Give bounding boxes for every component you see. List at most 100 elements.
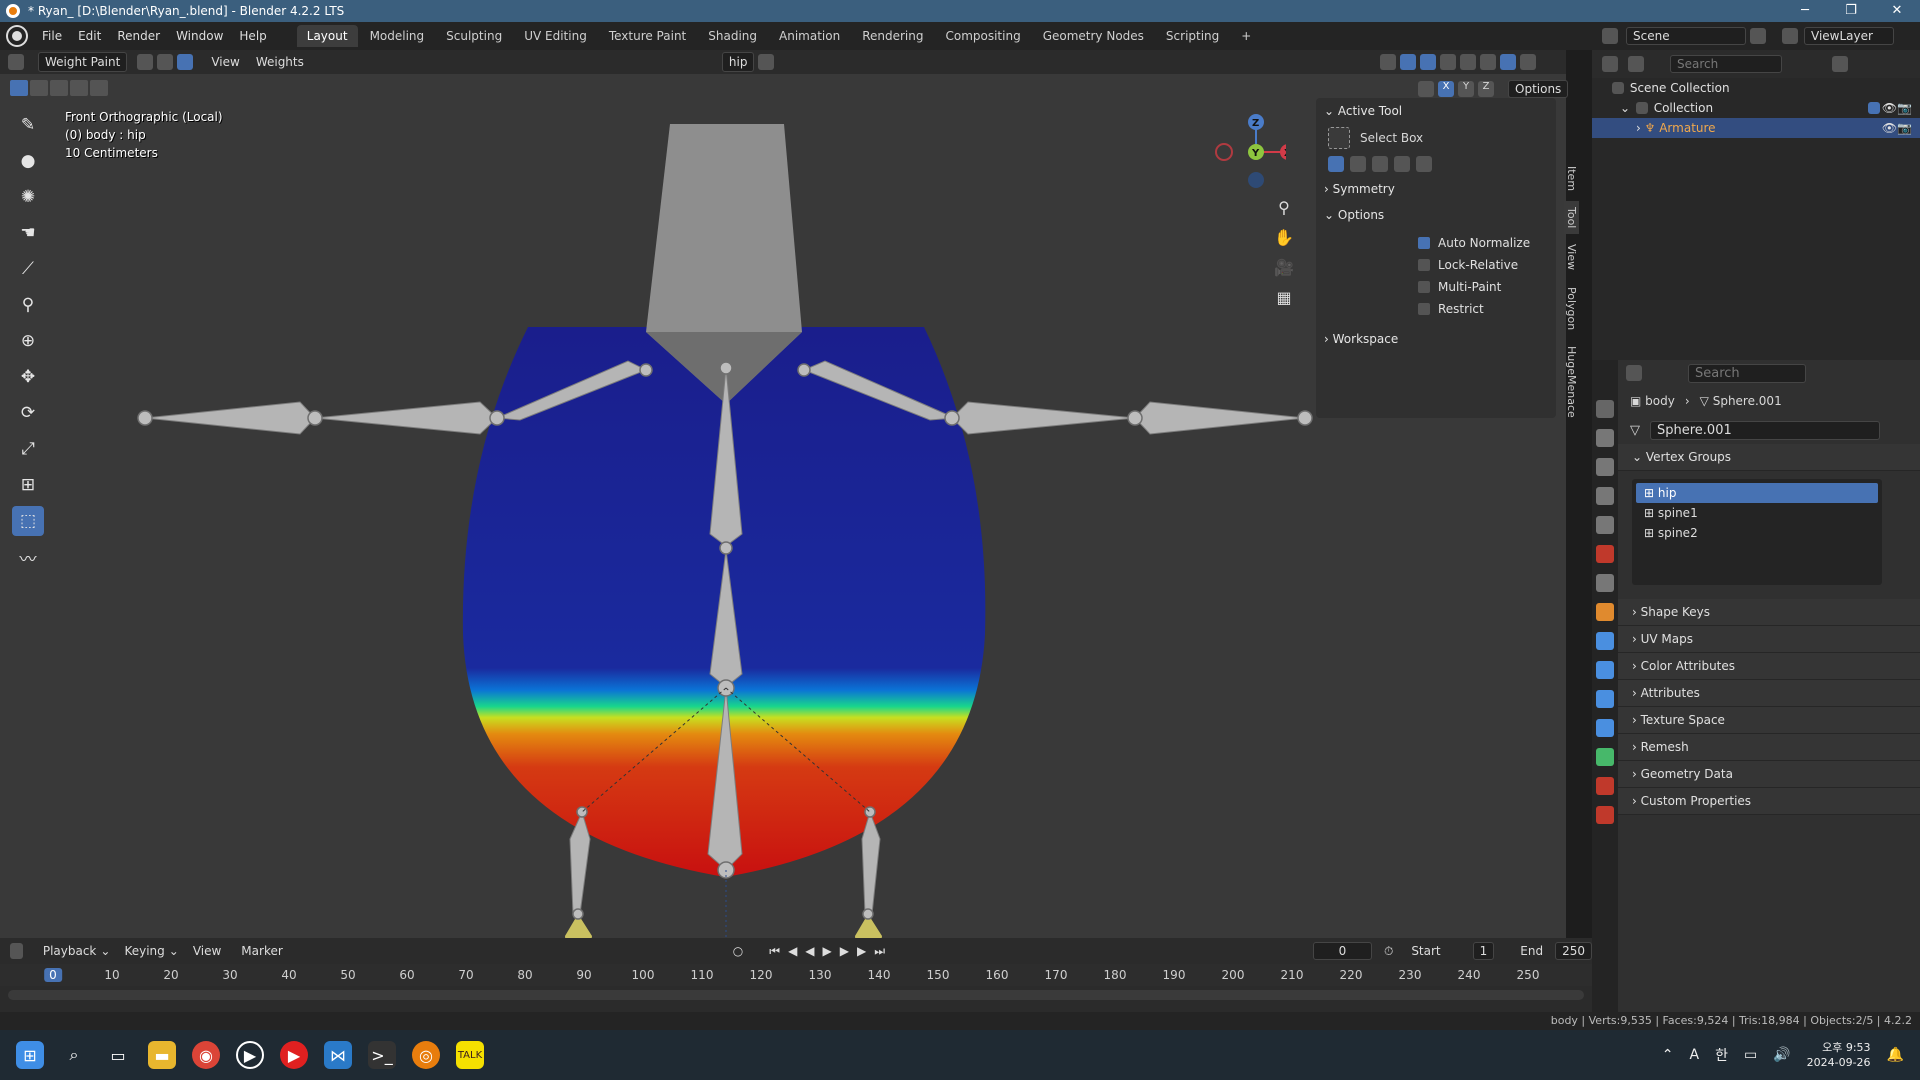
constraints-props-icon[interactable] — [1596, 719, 1614, 737]
language-indicator[interactable]: 한 — [1715, 1045, 1728, 1065]
output-props-icon[interactable] — [1596, 458, 1614, 476]
tab-texture-paint[interactable]: Texture Paint — [599, 25, 696, 47]
add-workspace-button[interactable]: + — [1231, 25, 1261, 47]
object-props-icon[interactable] — [1596, 603, 1614, 621]
menu-help[interactable]: Help — [231, 29, 274, 43]
tab-compositing[interactable]: Compositing — [935, 25, 1030, 47]
lock-relative-checkbox[interactable]: Lock-Relative — [1418, 258, 1556, 272]
file-explorer-icon[interactable]: ▬ — [148, 1041, 176, 1069]
view-layer-props-icon[interactable] — [1596, 487, 1614, 505]
display-mode-icon[interactable] — [1628, 56, 1644, 72]
tab-modeling[interactable]: Modeling — [360, 25, 435, 47]
tab-polygon[interactable]: Polygon — [1564, 281, 1579, 336]
editor-type-icon[interactable] — [8, 54, 24, 70]
tool-select-new-icon[interactable] — [1328, 156, 1344, 172]
vertex-groups-section[interactable]: ⌄ Vertex Groups — [1618, 444, 1920, 471]
playback-controls[interactable]: ⏮◀◀▶▶▶⏭ — [769, 944, 893, 959]
mesh-data-props-icon[interactable] — [1596, 748, 1614, 766]
outliner-collection[interactable]: ⌄ Collection 👁 📷 — [1592, 98, 1920, 118]
vertex-group-hip[interactable]: ⊞ hip — [1636, 483, 1878, 503]
outliner-armature[interactable]: › ♆ Armature 👁 📷 — [1592, 118, 1920, 138]
windows-start-icon[interactable]: ⊞ — [16, 1041, 44, 1069]
maximize-button[interactable]: ❐ — [1828, 0, 1874, 22]
collection-props-icon[interactable] — [1596, 574, 1614, 592]
properties-editor-icon[interactable] — [1626, 365, 1642, 381]
symmetry-icon[interactable] — [758, 54, 775, 70]
youtube-music-icon[interactable]: ▶ — [280, 1041, 308, 1069]
autokey-icon[interactable]: ○ — [733, 944, 743, 958]
scene-props-icon[interactable] — [1596, 516, 1614, 534]
shape-keys-section[interactable]: › Shape Keys — [1618, 599, 1920, 626]
current-frame-field[interactable]: 0 — [1313, 942, 1372, 960]
options-section[interactable]: ⌄ Options — [1316, 202, 1556, 228]
tool-select-intersect-icon[interactable] — [1416, 156, 1432, 172]
tab-hugemenace[interactable]: HugeMenace — [1564, 340, 1579, 424]
eye-icon[interactable]: 👁 — [1882, 121, 1897, 135]
timeline-scrollbar[interactable] — [8, 990, 1584, 1000]
zoom-icon[interactable]: ⚲ — [1272, 196, 1296, 220]
solid-shading-icon[interactable] — [1480, 54, 1496, 70]
overlay-icon[interactable] — [1420, 54, 1436, 70]
checkbox-icon[interactable] — [1867, 102, 1880, 114]
menu-marker[interactable]: Marker — [241, 944, 282, 958]
menu-edit[interactable]: Edit — [70, 29, 109, 43]
texture-space-section[interactable]: › Texture Space — [1618, 707, 1920, 734]
mask-icon[interactable] — [137, 54, 154, 70]
kakaotalk-icon[interactable]: TALK — [456, 1041, 484, 1069]
physics-props-icon[interactable] — [1596, 690, 1614, 708]
tab-scripting[interactable]: Scripting — [1156, 25, 1229, 47]
ime-indicator[interactable]: A — [1689, 1047, 1699, 1063]
color-attributes-section[interactable]: › Color Attributes — [1618, 653, 1920, 680]
menu-playback[interactable]: Playback — [43, 944, 97, 958]
geometry-data-section[interactable]: › Geometry Data — [1618, 761, 1920, 788]
clock[interactable]: 오후 9:53 2024-09-26 — [1807, 1040, 1871, 1070]
mesh-data-icon[interactable]: ▽ — [1630, 423, 1640, 438]
wireframe-shading-icon[interactable] — [1460, 54, 1476, 70]
active-tool-header[interactable]: ⌄ Active Tool — [1316, 98, 1556, 124]
properties-search-input[interactable]: Search — [1688, 363, 1806, 383]
bone-select-icon[interactable] — [177, 54, 194, 70]
menu-timeline-view[interactable]: View — [193, 944, 221, 958]
material-props-icon[interactable] — [1596, 777, 1614, 795]
multi-paint-checkbox[interactable]: Multi-Paint — [1418, 280, 1556, 294]
menu-keying[interactable]: Keying — [124, 944, 164, 958]
scene-selector[interactable]: Scene — [1626, 27, 1746, 45]
chrome-icon[interactable]: ◉ — [192, 1041, 220, 1069]
outliner-editor-icon[interactable] — [1602, 56, 1618, 72]
filter-icon[interactable] — [1832, 56, 1848, 72]
terminal-icon[interactable]: >_ — [368, 1041, 396, 1069]
outliner-search-input[interactable]: Search — [1670, 55, 1782, 73]
menu-render[interactable]: Render — [109, 29, 168, 43]
tool-select-extend-icon[interactable] — [1350, 156, 1366, 172]
tab-item[interactable]: Item — [1564, 160, 1579, 197]
symmetry-section[interactable]: › Symmetry — [1316, 176, 1556, 202]
particles-props-icon[interactable] — [1596, 661, 1614, 679]
mode-dropdown[interactable]: Weight Paint — [38, 52, 128, 72]
view-layer-selector[interactable]: ViewLayer — [1804, 27, 1894, 45]
media-player-icon[interactable]: ▶ — [236, 1041, 264, 1069]
visibility-icon[interactable] — [1380, 54, 1396, 70]
workspace-section[interactable]: › Workspace — [1316, 326, 1556, 352]
search-icon[interactable]: ⌕ — [60, 1041, 88, 1069]
custom-properties-section[interactable]: › Custom Properties — [1618, 788, 1920, 815]
uv-maps-section[interactable]: › UV Maps — [1618, 626, 1920, 653]
gizmo-icon[interactable] — [1400, 54, 1416, 70]
tray-chevron-icon[interactable]: ⌃ — [1662, 1047, 1674, 1063]
pan-hand-icon[interactable]: ✋ — [1272, 226, 1296, 250]
attributes-section[interactable]: › Attributes — [1618, 680, 1920, 707]
select-box-tool-icon[interactable] — [1328, 127, 1350, 149]
vertex-group-spine2[interactable]: ⊞ spine2 — [1636, 523, 1878, 543]
3d-viewport[interactable]: Weight Paint View Weights hip X Y Z Opti… — [0, 50, 1579, 938]
vertex-group-spine1[interactable]: ⊞ spine1 — [1636, 503, 1878, 523]
menu-file[interactable]: File — [34, 29, 70, 43]
visual-studio-icon[interactable]: ⋈ — [324, 1041, 352, 1069]
timeline-editor-icon[interactable] — [10, 943, 23, 959]
world-props-icon[interactable] — [1596, 545, 1614, 563]
task-view-icon[interactable]: ▭ — [104, 1041, 132, 1069]
notification-icon[interactable]: 🔔 — [1887, 1047, 1904, 1063]
xray-icon[interactable] — [1440, 54, 1456, 70]
modifier-props-icon[interactable] — [1596, 632, 1614, 650]
ortho-toggle-icon[interactable]: ▦ — [1272, 286, 1296, 310]
outliner-scene-collection[interactable]: Scene Collection — [1592, 78, 1920, 98]
tab-rendering[interactable]: Rendering — [852, 25, 933, 47]
